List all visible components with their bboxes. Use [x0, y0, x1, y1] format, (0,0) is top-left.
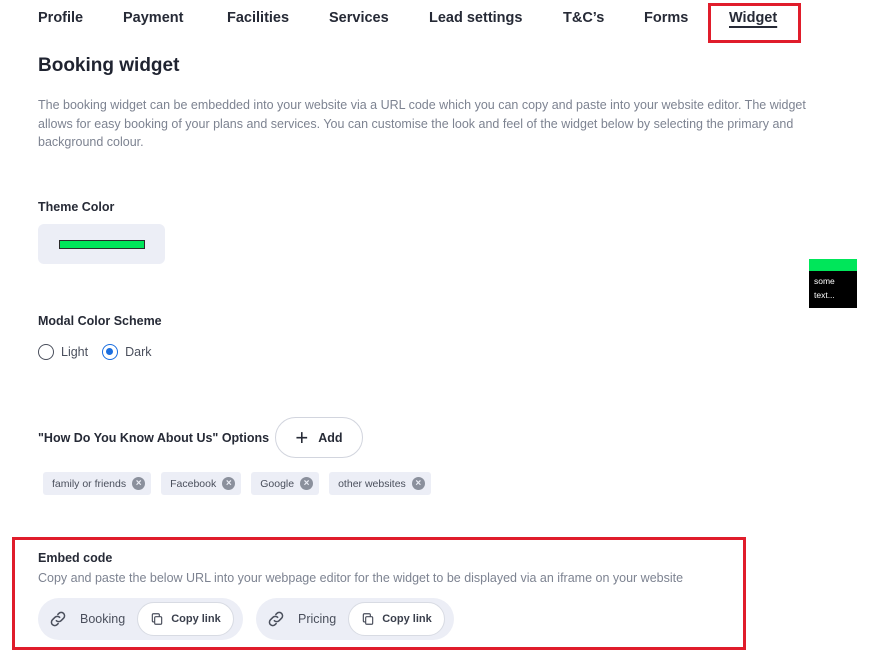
page-title: Booking widget [38, 55, 180, 76]
add-option-button[interactable]: + Add [275, 417, 363, 458]
tab-services[interactable]: Services [329, 10, 389, 26]
remove-chip-icon[interactable]: × [411, 477, 425, 490]
embed-code-label: Embed code [38, 551, 113, 565]
option-chip: other websites × [329, 472, 431, 495]
theme-color-label: Theme Color [38, 200, 115, 214]
how-know-options-label: "How Do You Know About Us" Options [38, 431, 270, 445]
option-chip: Google × [251, 472, 320, 495]
embed-card-pricing-label: Pricing [298, 612, 337, 626]
page-description: The booking widget can be embedded into … [38, 98, 806, 149]
embed-card-booking: Booking Copy link [38, 598, 243, 640]
widget-preview: some text... [809, 259, 857, 308]
radio-light[interactable]: Light [38, 344, 88, 360]
link-icon [50, 611, 66, 627]
widget-preview-text-line2: text... [814, 290, 835, 300]
remove-chip-icon[interactable]: × [222, 477, 236, 490]
theme-color-swatch [58, 239, 145, 249]
tab-facilities[interactable]: Facilities [227, 10, 289, 26]
copy-icon [362, 613, 374, 625]
tab-payment[interactable]: Payment [123, 10, 183, 26]
copy-booking-link-label: Copy link [171, 613, 221, 625]
remove-chip-icon[interactable]: × [300, 477, 314, 490]
tab-lead-settings[interactable]: Lead settings [429, 10, 522, 26]
radio-light-indicator[interactable] [38, 344, 54, 360]
link-icon [268, 611, 284, 627]
option-chip: Facebook × [161, 472, 242, 495]
embed-card-booking-label: Booking [80, 612, 126, 626]
option-chip-label: other websites [338, 477, 406, 490]
embed-card-pricing: Pricing Copy link [256, 598, 454, 640]
copy-booking-link-button[interactable]: Copy link [137, 602, 234, 636]
option-chip-label: Google [260, 477, 295, 490]
radio-light-label: Light [61, 345, 89, 359]
modal-color-scheme-radio-group: Light Dark [38, 344, 166, 360]
theme-color-picker[interactable] [38, 224, 165, 264]
widget-preview-theme-bar [809, 259, 857, 271]
remove-chip-icon[interactable]: × [132, 477, 146, 490]
add-option-label: Add [318, 430, 343, 445]
embed-code-description: Copy and paste the below URL into your w… [38, 571, 684, 585]
radio-dark[interactable]: Dark [102, 344, 152, 360]
radio-dark-label: Dark [125, 345, 152, 359]
tab-forms[interactable]: Forms [644, 10, 688, 26]
copy-pricing-link-label: Copy link [382, 613, 432, 625]
tab-profile[interactable]: Profile [38, 10, 83, 26]
plus-icon: + [295, 424, 309, 450]
widget-preview-text-line1: some [814, 276, 835, 286]
modal-color-scheme-label: Modal Color Scheme [38, 314, 162, 328]
option-chip-label: Facebook [170, 477, 217, 490]
copy-pricing-link-button[interactable]: Copy link [348, 602, 445, 636]
tab-terms[interactable]: T&C’s [563, 10, 604, 26]
option-chip: family or friends × [43, 472, 152, 495]
widget-preview-text: some text... [809, 271, 857, 302]
radio-dark-indicator[interactable] [102, 344, 119, 360]
option-chip-label: family or friends [52, 477, 127, 490]
tab-widget[interactable]: Widget [729, 10, 777, 26]
how-know-options-list: family or friends × Facebook × Google × … [43, 472, 441, 495]
copy-icon [151, 613, 163, 625]
